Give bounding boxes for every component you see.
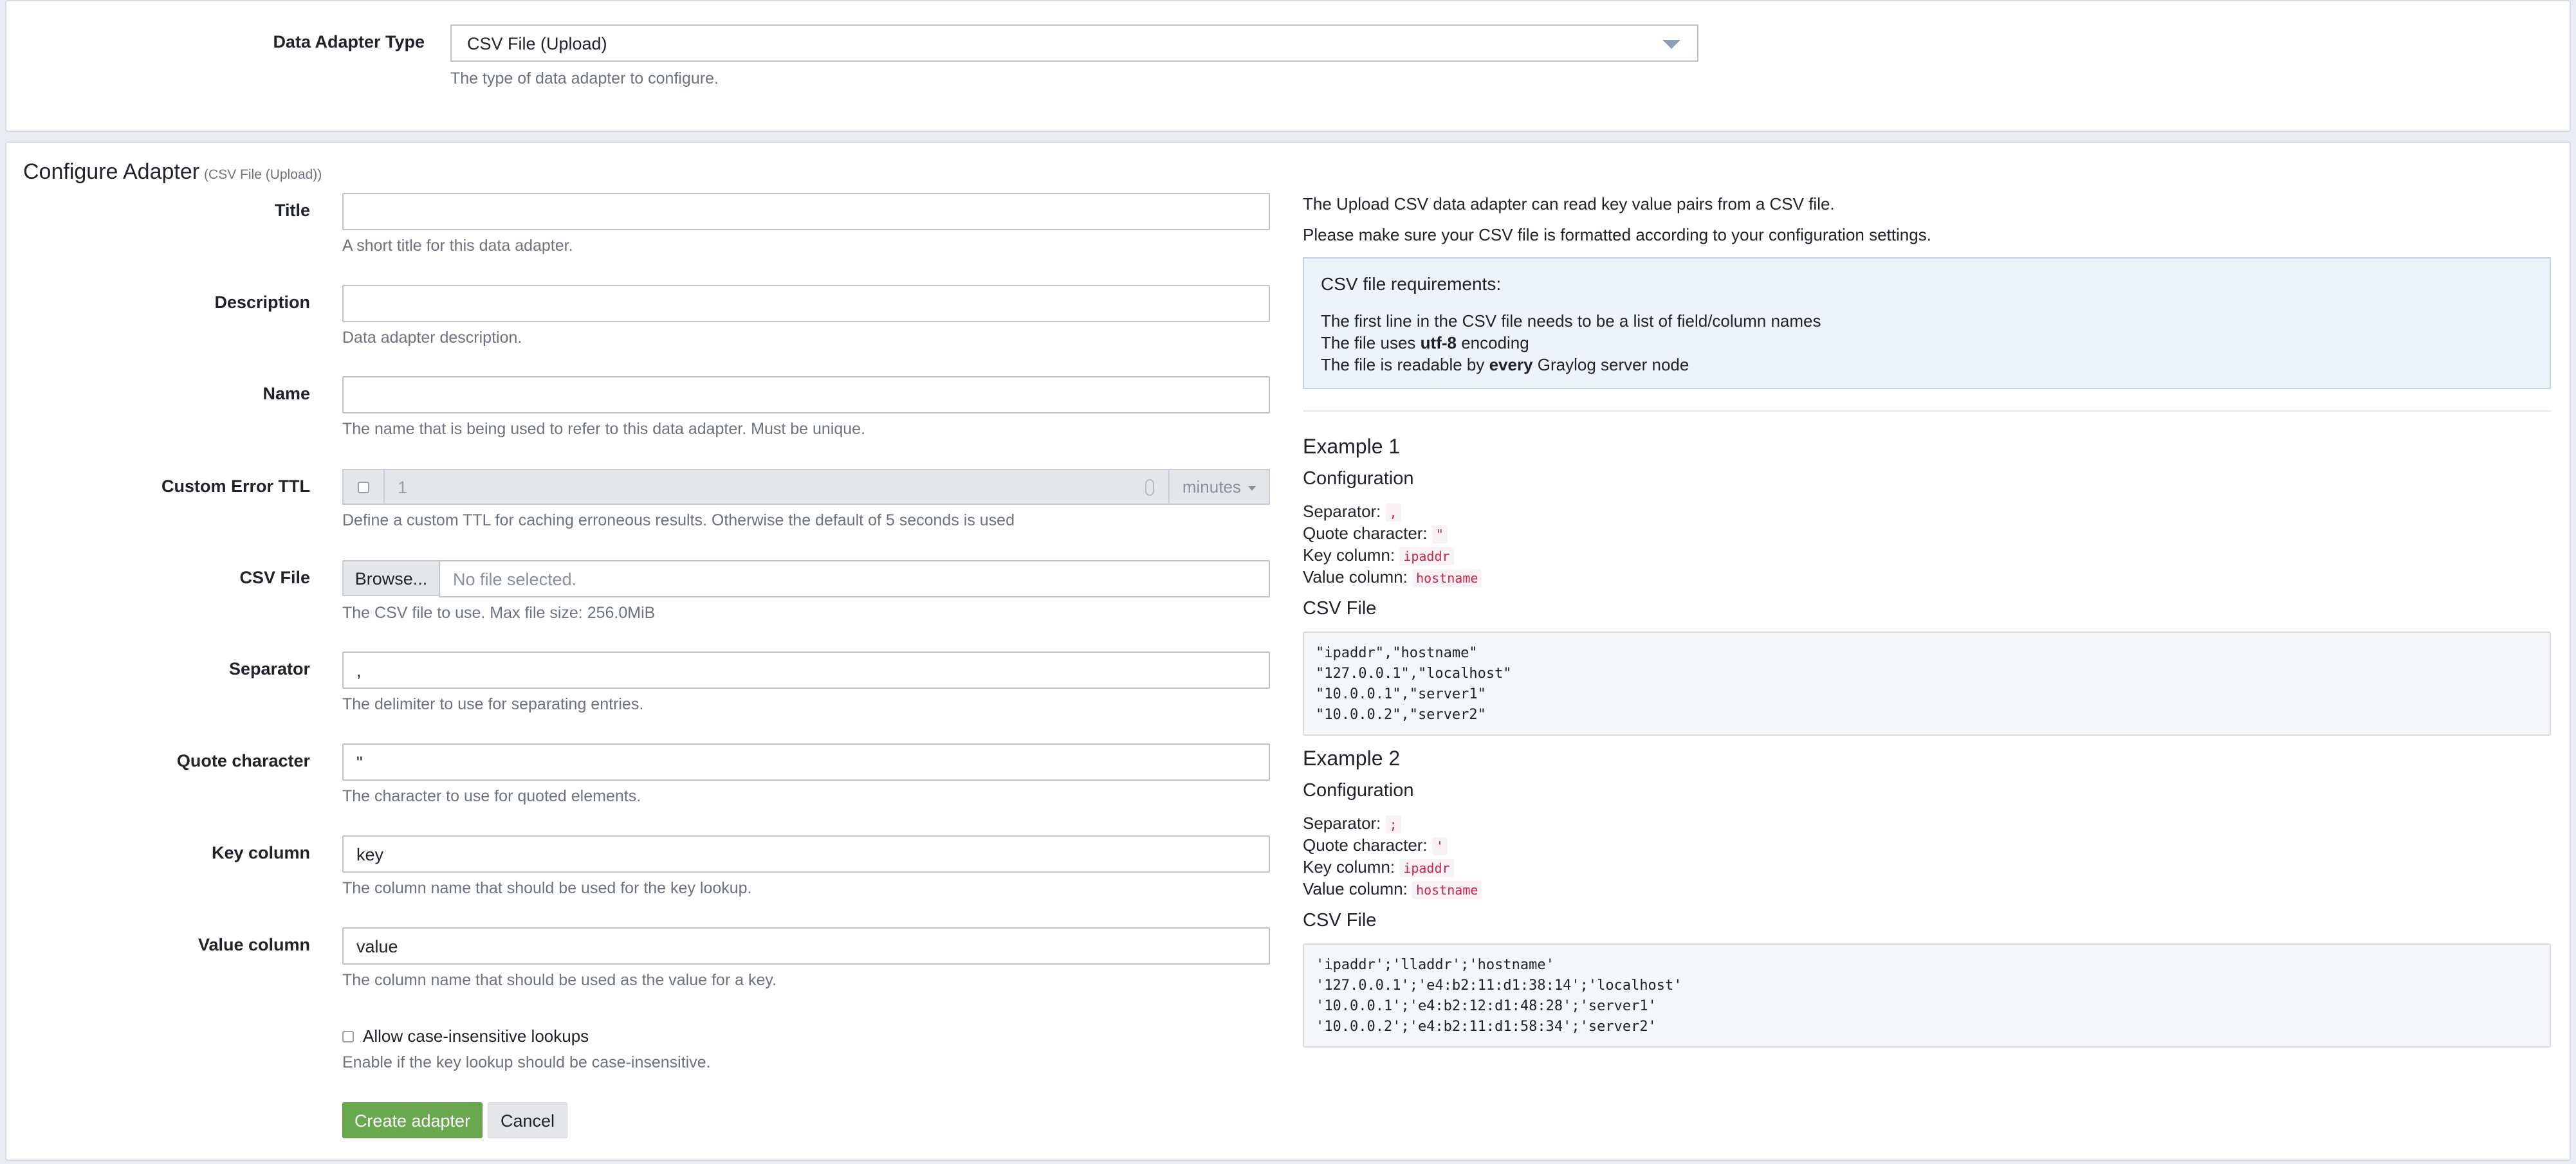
browse-button[interactable]: Browse...: [342, 560, 440, 596]
description-label: Description: [214, 293, 310, 312]
example1-csv-heading: CSV File: [1303, 598, 1377, 619]
separator-label: Separator: [228, 659, 310, 678]
spinner-icon[interactable]: [1145, 479, 1154, 496]
name-input[interactable]: [342, 376, 1270, 414]
panel-title: Configure Adapter: [23, 159, 200, 184]
caret-down-icon: [1248, 486, 1256, 491]
separator-input[interactable]: ,: [342, 651, 1270, 689]
quote-character-label: Quote character: [176, 751, 310, 770]
description-help: Data adapter description.: [342, 329, 522, 347]
docs-intro-2: Please make sure your CSV file is format…: [1303, 225, 1931, 244]
ttl-unit-dropdown[interactable]: minutes: [1168, 469, 1270, 505]
example2-csv-heading: CSV File: [1303, 910, 1377, 931]
title-label: Title: [274, 201, 310, 220]
panel-subtitle: (CSV File (Upload)): [204, 167, 322, 182]
name-label: Name: [262, 384, 310, 403]
value-column-input[interactable]: value: [342, 927, 1270, 965]
example1-value: Value column: hostname: [1303, 567, 1482, 587]
docs-intro-1: The Upload CSV data adapter can read key…: [1303, 194, 1835, 214]
ttl-value: 1: [398, 478, 408, 497]
quote-character-help: The character to use for quoted elements…: [342, 787, 641, 805]
custom-error-ttl-help: Define a custom TTL for caching erroneou…: [342, 511, 1015, 529]
csv-file-input[interactable]: No file selected.: [439, 560, 1270, 597]
separator-help: The delimiter to use for separating entr…: [342, 695, 644, 713]
example1-key: Key column: ipaddr: [1303, 545, 1454, 565]
cancel-button[interactable]: Cancel: [488, 1102, 567, 1138]
example2-quote: Quote character: ': [1303, 835, 1448, 855]
example1-config-heading: Configuration: [1303, 468, 1414, 489]
requirement-3: The file is readable by every Graylog se…: [1321, 355, 1689, 374]
example2-heading: Example 2: [1303, 747, 1401, 770]
example1-separator: Separator: ,: [1303, 502, 1401, 522]
value-column-help: The column name that should be used as t…: [342, 971, 777, 989]
ttl-unit-value: minutes: [1182, 477, 1241, 496]
adapter-type-select[interactable]: CSV File (Upload): [450, 24, 1698, 62]
example1-heading: Example 1: [1303, 435, 1401, 458]
requirements-box: CSV file requirements: The first line in…: [1303, 257, 2551, 389]
adapter-type-label: Data Adapter Type: [273, 32, 425, 51]
adapter-type-help: The type of data adapter to configure.: [450, 69, 719, 87]
example2-key: Key column: ipaddr: [1303, 857, 1454, 877]
adapter-type-value: CSV File (Upload): [467, 34, 607, 53]
key-column-input[interactable]: key: [342, 835, 1270, 873]
quote-character-input[interactable]: ": [342, 743, 1270, 781]
description-input[interactable]: [342, 285, 1270, 322]
case-insensitive-help: Enable if the key lookup should be case-…: [342, 1053, 711, 1071]
triangle-down-icon: [1662, 40, 1680, 49]
example2-separator: Separator: ;: [1303, 814, 1401, 833]
custom-error-ttl-label: Custom Error TTL: [161, 477, 310, 496]
example1-quote: Quote character: ": [1303, 523, 1448, 543]
case-insensitive-label[interactable]: Allow case-insensitive lookups: [363, 1026, 589, 1046]
csv-file-label: CSV File: [239, 568, 310, 587]
name-help: The name that is being used to refer to …: [342, 420, 866, 438]
docs-divider: [1303, 410, 2551, 412]
create-adapter-button[interactable]: Create adapter: [342, 1102, 483, 1138]
panel-heading: Configure Adapter (CSV File (Upload)): [23, 159, 322, 185]
example1-csv-block: "ipaddr","hostname" "127.0.0.1","localho…: [1303, 632, 2551, 736]
example2-csv-block: 'ipaddr';'lladdr';'hostname' '127.0.0.1'…: [1303, 943, 2551, 1048]
ttl-enable-checkbox[interactable]: [358, 482, 369, 493]
value-column-label: Value column: [198, 935, 310, 954]
key-column-label: Key column: [211, 843, 310, 862]
case-insensitive-checkbox[interactable]: [342, 1031, 354, 1042]
example2-value: Value column: hostname: [1303, 879, 1482, 899]
title-input[interactable]: [342, 193, 1270, 230]
example2-config-heading: Configuration: [1303, 780, 1414, 801]
csv-file-help: The CSV file to use. Max file size: 256.…: [342, 604, 656, 622]
ttl-value-input[interactable]: 1: [383, 469, 1170, 505]
requirement-1: The first line in the CSV file needs to …: [1321, 311, 1821, 331]
key-column-help: The column name that should be used for …: [342, 879, 752, 897]
requirements-heading: CSV file requirements:: [1321, 274, 1502, 294]
ttl-enable-addon: [342, 469, 385, 505]
title-help: A short title for this data adapter.: [342, 237, 573, 255]
requirement-2: The file uses utf-8 encoding: [1321, 333, 1529, 352]
adapter-type-panel: Data Adapter Type CSV File (Upload) The …: [5, 0, 2571, 132]
